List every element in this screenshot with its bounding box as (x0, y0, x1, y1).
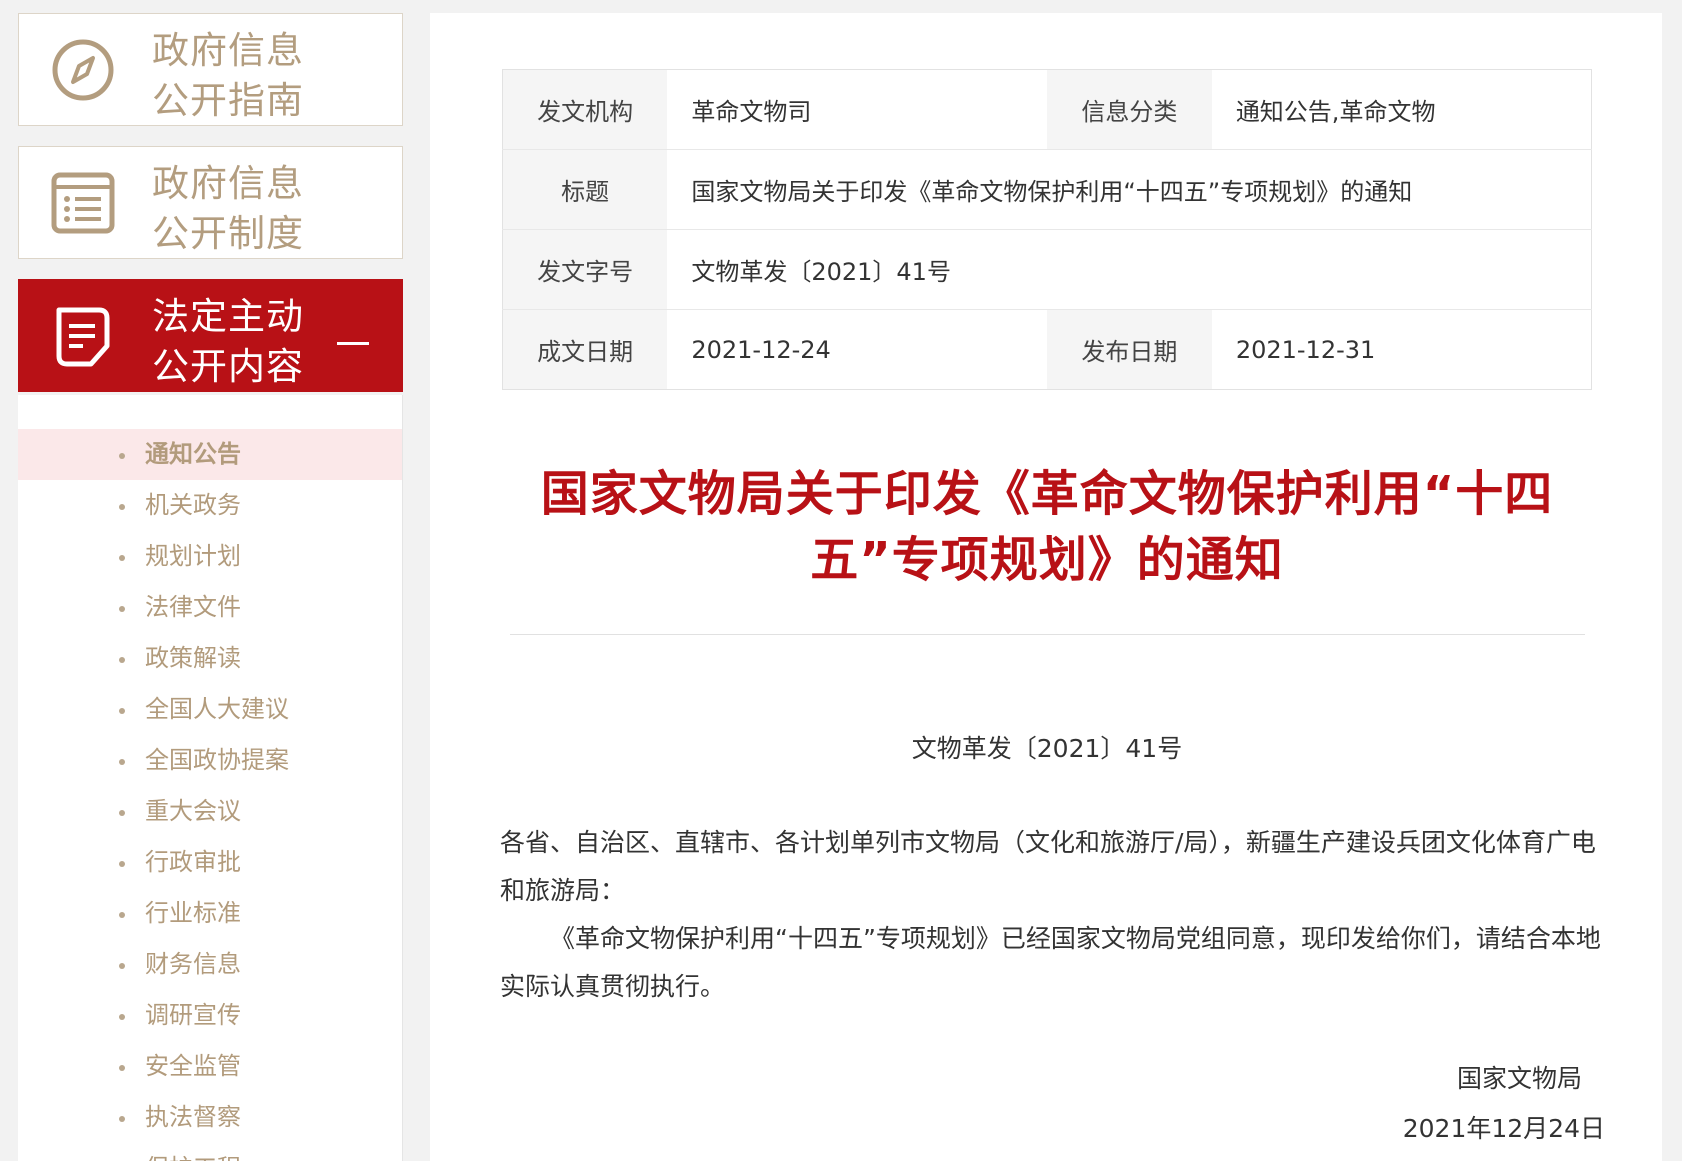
nav-card-content-line1: 法定主动 (152, 295, 304, 338)
nav-card-system[interactable]: 政府信息 公开制度 (18, 146, 403, 259)
table-row: 发文字号 文物革发〔2021〕41号 (502, 229, 1592, 310)
subnav-item-safety[interactable]: 安全监管 (18, 1041, 402, 1092)
subnav-item-approval[interactable]: 行政审批 (18, 837, 402, 888)
nav-card-content-line2: 公开内容 (152, 345, 304, 388)
title-value: 国家文物局关于印发《革命文物保护利用“十四五”专项规划》的通知 (667, 149, 1592, 230)
article-body: 各省、自治区、直辖市、各计划单列市文物局（文化和旅游厅/局），新疆生产建设兵团文… (500, 819, 1610, 1011)
document-icon (49, 302, 117, 370)
nav-card-content[interactable]: 法定主动 公开内容 (18, 279, 403, 392)
article-title-line1: 国家文物局关于印发《革命文物保护利用“十四 (540, 466, 1554, 522)
subnav-item-cppcc[interactable]: 全国政协提案 (18, 735, 402, 786)
nav-card-guide-line2: 公开指南 (152, 79, 304, 122)
table-row: 成文日期 2021-12-24 发布日期 2021-12-31 (502, 309, 1592, 390)
nav-card-guide[interactable]: 政府信息 公开指南 (18, 13, 403, 126)
subnav-item-affairs[interactable]: 机关政务 (18, 480, 402, 531)
main-content: 发文机构 革命文物司 信息分类 通知公告,革命文物 标题 国家文物局关于印发《革… (430, 13, 1662, 1161)
issuer-value: 革命文物司 (667, 69, 1047, 150)
nav-card-system-line2: 公开制度 (152, 212, 304, 255)
docno-value: 文物革发〔2021〕41号 (667, 229, 1592, 310)
subnav-item-interpretation[interactable]: 政策解读 (18, 633, 402, 684)
subnav-item-notices[interactable]: 通知公告 (18, 429, 402, 480)
subnav-item-standards[interactable]: 行业标准 (18, 888, 402, 939)
table-row: 标题 国家文物局关于印发《革命文物保护利用“十四五”专项规划》的通知 (502, 149, 1592, 230)
subnav-item-research[interactable]: 调研宣传 (18, 990, 402, 1041)
subnav-item-enforcement[interactable]: 执法督察 (18, 1092, 402, 1143)
subnav-item-meetings[interactable]: 重大会议 (18, 786, 402, 837)
article-signer: 国家文物局 (1456, 1064, 1582, 1093)
subnav-item-protection[interactable]: 保护工程 (18, 1143, 402, 1161)
title-key: 标题 (502, 149, 668, 230)
issuer-key: 发文机构 (502, 69, 668, 150)
subnav-item-plans[interactable]: 规划计划 (18, 531, 402, 582)
compass-icon (49, 36, 117, 104)
written-date-value: 2021-12-24 (691, 335, 831, 364)
subnav: 通知公告 机关政务 规划计划 法律文件 政策解读 全国人大建议 全国政协提案 重… (18, 395, 403, 1161)
category-key: 信息分类 (1046, 69, 1212, 150)
nav-card-guide-line1: 政府信息 (152, 29, 304, 72)
published-date-key: 发布日期 (1046, 309, 1212, 390)
category-value: 通知公告,革命文物 (1211, 69, 1592, 150)
article-date: 2021年12月24日 (1402, 1114, 1605, 1143)
article-title-line2: 五”专项规划》的通知 (810, 532, 1284, 588)
article-title: 国家文物局关于印发《革命文物保护利用“十四 五”专项规划》的通知 (502, 461, 1592, 593)
docno-key: 发文字号 (502, 229, 668, 310)
subnav-item-laws[interactable]: 法律文件 (18, 582, 402, 633)
subnav-item-finance[interactable]: 财务信息 (18, 939, 402, 990)
article-salutation: 各省、自治区、直辖市、各计划单列市文物局（文化和旅游厅/局），新疆生产建设兵团文… (500, 828, 1596, 905)
collapse-icon[interactable] (337, 342, 369, 345)
sidebar: 政府信息 公开指南 政府信息 公开制度 法定主动 公开内容 通知公告 机关政务 … (18, 13, 403, 1161)
nav-card-system-line1: 政府信息 (152, 162, 304, 205)
article-paragraph: 《革命文物保护利用“十四五”专项规划》已经国家文物局党组同意，现印发给你们，请结… (500, 924, 1601, 1001)
written-date-key: 成文日期 (502, 309, 668, 390)
published-date-value: 2021-12-31 (1235, 335, 1376, 364)
article-doc-number: 文物革发〔2021〕41号 (911, 734, 1183, 763)
subnav-item-npc[interactable]: 全国人大建议 (18, 684, 402, 735)
metadata-table: 发文机构 革命文物司 信息分类 通知公告,革命文物 标题 国家文物局关于印发《革… (502, 69, 1592, 390)
table-row: 发文机构 革命文物司 信息分类 通知公告,革命文物 (502, 69, 1592, 150)
title-divider (510, 634, 1585, 635)
list-icon (49, 169, 117, 237)
